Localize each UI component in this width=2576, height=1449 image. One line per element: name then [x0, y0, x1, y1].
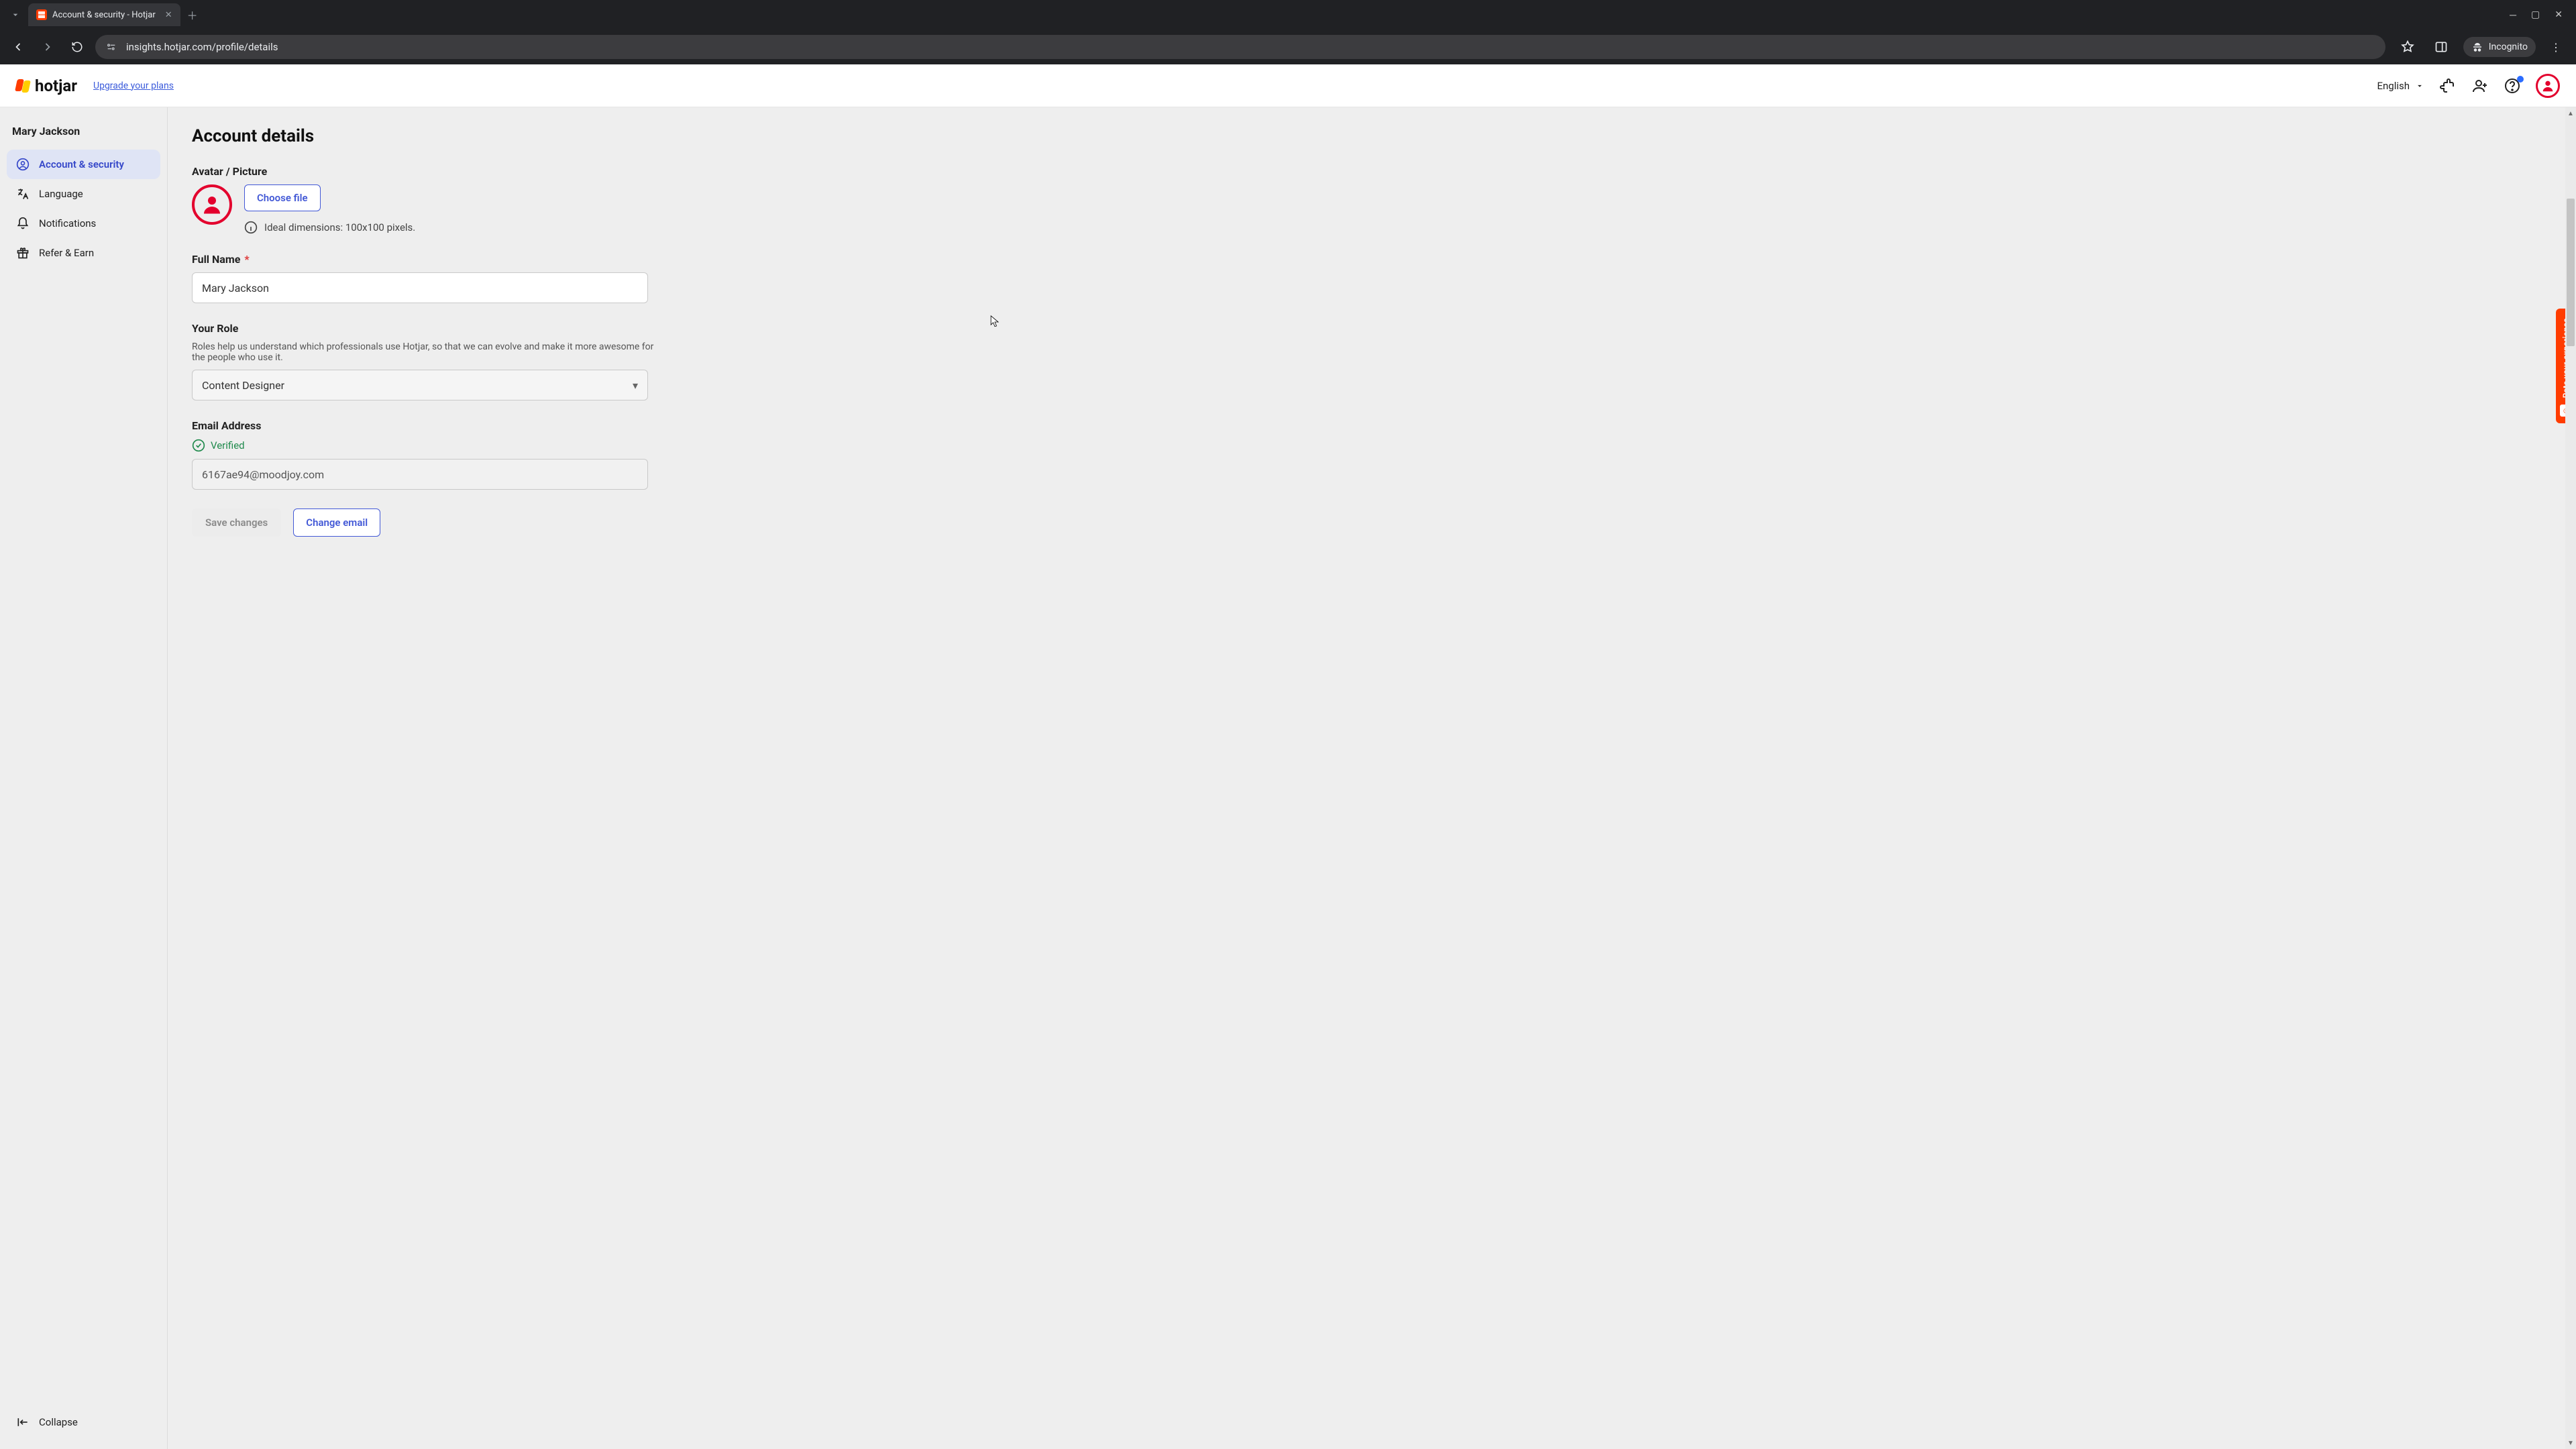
change-email-button[interactable]: Change email: [293, 508, 380, 537]
translate-icon: [16, 187, 30, 201]
hotjar-logo[interactable]: hotjar: [16, 76, 77, 95]
vertical-scrollbar[interactable]: ▲ ▼: [2565, 107, 2576, 1449]
sidebar-item-refer-earn[interactable]: Refer & Earn: [7, 238, 160, 268]
tab-search-button[interactable]: [5, 5, 25, 25]
forward-button[interactable]: [36, 36, 59, 58]
sidebar-item-label: Notifications: [39, 217, 96, 229]
email-section: Email Address Verified 6167ae94@moodjoy.…: [192, 419, 855, 490]
chevron-down-icon: [2415, 81, 2424, 91]
tab-title: Account & security - Hotjar: [52, 10, 156, 20]
integrations-icon[interactable]: [2439, 77, 2457, 95]
scroll-thumb[interactable]: [2567, 199, 2575, 346]
app-header: hotjar Upgrade your plans English: [0, 64, 2576, 107]
avatar-hint: Ideal dimensions: 100x100 pixels.: [264, 221, 415, 233]
sidebar-item-label: Account & security: [39, 158, 124, 170]
verified-badge: Verified: [192, 439, 855, 452]
upgrade-link[interactable]: Upgrade your plans: [93, 80, 174, 91]
scroll-down-arrow[interactable]: ▼: [2566, 1438, 2575, 1448]
brand-name: hotjar: [35, 76, 77, 95]
email-field: 6167ae94@moodjoy.com: [192, 459, 648, 490]
user-circle-icon: [16, 158, 30, 171]
full-name-input[interactable]: [192, 272, 648, 303]
action-row: Save changes Change email: [192, 508, 855, 537]
sidebar-item-notifications[interactable]: Notifications: [7, 209, 160, 238]
verified-label: Verified: [211, 439, 245, 451]
mouse-cursor: [990, 315, 1000, 329]
role-section: Your Role Roles help us understand which…: [192, 322, 855, 400]
profile-avatar[interactable]: [2536, 74, 2560, 98]
role-value: Content Designer: [202, 379, 284, 392]
bell-icon: [16, 217, 30, 230]
gift-icon: [16, 246, 30, 260]
minimize-button[interactable]: ─: [2510, 9, 2516, 21]
sidebar-item-label: Refer & Earn: [39, 247, 94, 259]
collapse-icon: [16, 1415, 30, 1429]
reload-button[interactable]: [66, 36, 89, 58]
invite-user-icon[interactable]: [2471, 77, 2489, 95]
full-name-section: Full Name *: [192, 253, 855, 303]
browser-menu-button[interactable]: ⋮: [2546, 41, 2565, 54]
side-panel-button[interactable]: [2430, 36, 2453, 58]
new-tab-button[interactable]: ＋: [183, 5, 202, 24]
avatar-label: Avatar / Picture: [192, 165, 855, 178]
site-settings-icon[interactable]: [105, 40, 118, 54]
help-icon[interactable]: [2504, 77, 2521, 95]
choose-file-button[interactable]: Choose file: [244, 184, 321, 211]
email-label: Email Address: [192, 419, 855, 432]
tab-strip: Account & security - Hotjar ✕ ＋ ─ ▢ ✕: [0, 0, 2576, 30]
role-subtext: Roles help us understand which professio…: [192, 341, 661, 363]
address-bar[interactable]: insights.hotjar.com/profile/details: [95, 35, 2385, 59]
back-button[interactable]: [7, 36, 30, 58]
info-icon: [244, 221, 258, 234]
sidebar-item-label: Language: [39, 188, 83, 200]
avatar-preview: [192, 184, 232, 225]
browser-toolbar: insights.hotjar.com/profile/details Inco…: [0, 30, 2576, 64]
main-content: Account details Avatar / Picture Choose …: [168, 107, 2576, 1449]
check-circle-icon: [192, 439, 205, 452]
scroll-track[interactable]: [2565, 118, 2576, 1438]
role-label: Your Role: [192, 322, 855, 335]
hotjar-logo-mark: [16, 79, 30, 93]
close-window-button[interactable]: ✕: [2555, 9, 2563, 21]
full-name-label: Full Name *: [192, 253, 855, 266]
sidebar: Mary Jackson Account & security Language…: [0, 107, 168, 1449]
bookmark-button[interactable]: [2396, 36, 2419, 58]
browser-tab[interactable]: Account & security - Hotjar ✕: [28, 3, 180, 26]
close-tab-icon[interactable]: ✕: [165, 10, 172, 20]
language-label: English: [2377, 80, 2410, 92]
scroll-up-arrow[interactable]: ▲: [2566, 109, 2575, 118]
window-controls: ─ ▢ ✕: [2510, 9, 2571, 21]
language-picker[interactable]: English: [2377, 80, 2424, 92]
page-title: Account details: [192, 126, 855, 146]
collapse-sidebar-button[interactable]: Collapse: [7, 1406, 160, 1438]
incognito-chip[interactable]: Incognito: [2463, 37, 2536, 57]
collapse-label: Collapse: [39, 1416, 78, 1428]
avatar-section: Avatar / Picture Choose file Ideal dimen…: [192, 165, 855, 234]
url-text: insights.hotjar.com/profile/details: [126, 41, 278, 53]
sidebar-item-account-security[interactable]: Account & security: [7, 150, 160, 179]
save-changes-button[interactable]: Save changes: [192, 508, 281, 537]
incognito-label: Incognito: [2489, 42, 2528, 52]
sidebar-item-language[interactable]: Language: [7, 179, 160, 209]
hotjar-favicon: [36, 9, 47, 20]
email-value: 6167ae94@moodjoy.com: [202, 468, 324, 481]
sidebar-user-name: Mary Jackson: [7, 118, 160, 150]
role-select[interactable]: Content Designer ▾: [192, 370, 648, 400]
maximize-button[interactable]: ▢: [2531, 9, 2540, 21]
chevron-down-icon: ▾: [633, 379, 638, 392]
required-marker: *: [241, 253, 249, 266]
